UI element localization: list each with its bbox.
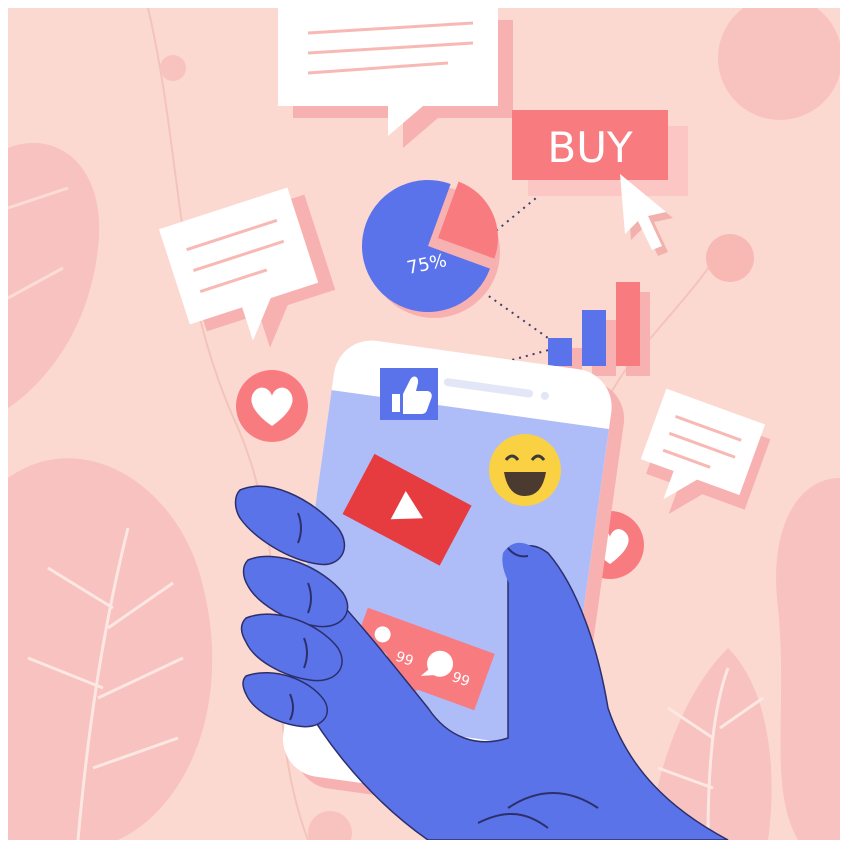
social-media-marketing-illustration: BUY 75% 99 99 [8,8,840,840]
buy-label: BUY [547,123,633,172]
bar-1 [548,338,572,366]
buy-badge: BUY [512,110,688,196]
thumbs-up-icon [380,368,438,420]
background-dot [160,55,186,81]
illustration: BUY 75% 99 99 [8,8,840,840]
bar-3 [616,282,640,366]
background-dot [706,234,754,282]
heart-icon [236,370,308,442]
bar-2 [582,310,606,366]
smiling-emoji-icon [489,434,561,506]
